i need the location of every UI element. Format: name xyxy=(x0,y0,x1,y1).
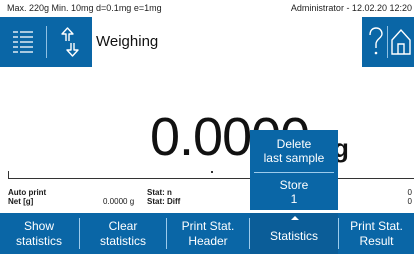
print-stat-result-button[interactable]: Print Stat. Result xyxy=(339,213,414,254)
button-label: Print Stat. xyxy=(181,218,235,233)
button-label: statistics xyxy=(99,233,146,248)
menu-button[interactable] xyxy=(0,17,45,67)
print-stat-header-button[interactable]: Print Stat. Header xyxy=(167,213,249,254)
delete-last-sample-button[interactable]: Delete last sample xyxy=(250,137,338,165)
balance-spec-text: Max. 220g Min. 10mg d=0.1mg e=1mg xyxy=(7,3,162,13)
home-icon xyxy=(391,28,411,55)
delete-label-line2: last sample xyxy=(263,151,325,165)
info-panel: Auto print Net [g] 0.0000 g Stat: n Stat… xyxy=(0,184,414,208)
weighing-display: 0.0000 g xyxy=(0,67,414,182)
statistics-popup-menu: Delete last sample Store 1 xyxy=(250,130,338,210)
page-title: Weighing xyxy=(92,17,362,67)
button-label: Result xyxy=(359,233,394,248)
clear-statistics-button[interactable]: Clear statistics xyxy=(80,213,166,254)
header-bar: Weighing xyxy=(0,17,414,67)
help-icon xyxy=(369,27,383,55)
home-button[interactable] xyxy=(388,17,414,67)
button-label: Header xyxy=(188,233,228,248)
menu-open-arrow-icon xyxy=(291,216,299,220)
capacity-bar xyxy=(8,178,414,179)
popup-separator xyxy=(254,172,334,173)
up-down-arrow-icon xyxy=(60,27,79,57)
footer-bar: Show statistics Clear statistics Print Sta… xyxy=(0,213,414,254)
stat-diff-value: 0 xyxy=(407,197,412,206)
stat-n-value: 0 xyxy=(407,188,412,197)
net-label: Net [g] xyxy=(8,197,34,206)
menu-list-icon xyxy=(12,31,33,53)
change-view-button[interactable] xyxy=(47,17,92,67)
button-label: Clear xyxy=(108,218,138,233)
button-label: Show xyxy=(23,218,54,233)
status-bar: Max. 220g Min. 10mg d=0.1mg e=1mg Admini… xyxy=(0,0,414,17)
auto-print-label: Auto print xyxy=(8,188,47,197)
store-count: 1 xyxy=(290,192,298,206)
stability-dot xyxy=(211,171,213,173)
delete-label-line1: Delete xyxy=(276,137,312,151)
help-button[interactable] xyxy=(366,17,386,67)
store-button[interactable]: Store 1 xyxy=(250,178,338,206)
button-label: Statistics xyxy=(269,229,318,243)
user-datetime-text: Administrator - 12.02.20 12:20 xyxy=(290,3,412,13)
store-label: Store xyxy=(279,178,309,192)
net-value: 0.0000 g xyxy=(103,197,135,206)
show-statistics-button[interactable]: Show statistics xyxy=(0,213,78,254)
button-label: Print Stat. xyxy=(350,218,403,233)
stat-diff-label: Stat: Diff xyxy=(147,197,181,206)
button-label: statistics xyxy=(15,233,62,248)
stat-n-label: Stat: n xyxy=(147,188,172,197)
